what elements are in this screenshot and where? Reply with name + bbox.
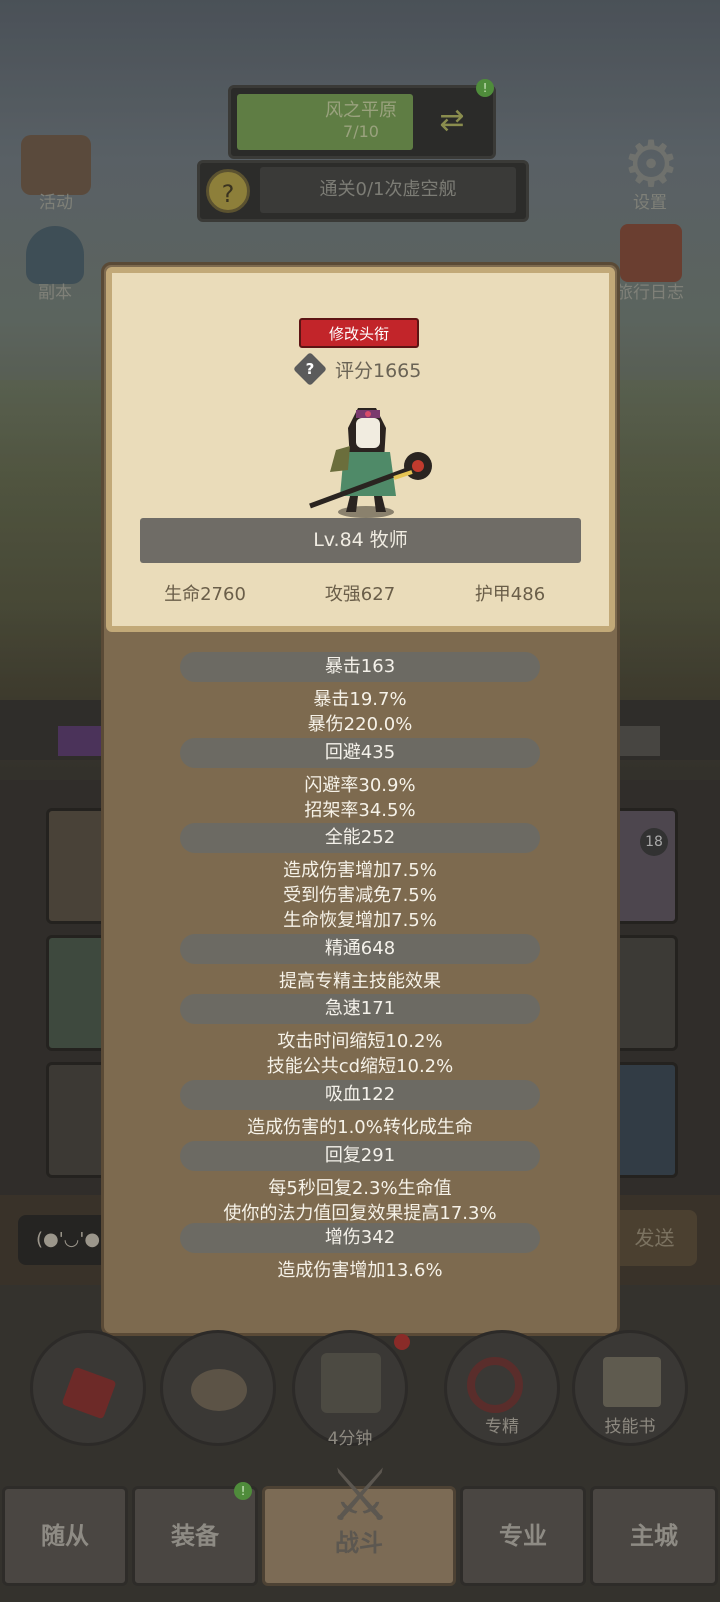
menu-settings-label: 设置: [633, 193, 667, 213]
stat-line: 闪避率30.9%: [304, 775, 416, 796]
character-avatar: [309, 408, 432, 518]
specialization-label: 专精: [485, 1417, 519, 1437]
treasure-chest-icon: [321, 1353, 381, 1413]
portal-icon: [26, 226, 84, 284]
stat-line: 招架率34.5%: [304, 800, 416, 821]
armor-stat: 护甲486: [474, 584, 546, 605]
stat-line: 暴击19.7%: [313, 689, 407, 710]
chest-timer: 4分钟: [327, 1429, 373, 1449]
stat-header-mastery: 精通648: [180, 934, 540, 964]
stat-line: 造成伤害增加7.5%: [283, 860, 437, 881]
tab-main-city[interactable]: 主城: [590, 1486, 718, 1586]
stat-header-leech: 吸血122: [180, 1080, 540, 1110]
stat-line: 生命恢复增加7.5%: [283, 910, 437, 931]
avatar-shoulder: [330, 446, 350, 472]
avatar-leg: [374, 496, 386, 512]
stat-line: 技能公共cd缩短10.2%: [266, 1056, 454, 1077]
stat-line: 造成伤害的1.0%转化成生命: [247, 1117, 473, 1138]
stat-header-damage-bonus: 增伤342: [180, 1223, 540, 1253]
stat-line: 每5秒回复2.3%生命值: [268, 1178, 452, 1199]
stat-header-versatility: 全能252: [180, 823, 540, 853]
red-potion-icon: [61, 1366, 117, 1420]
hp-stat: 生命2760: [164, 584, 246, 605]
menu-dungeon-label: 副本: [38, 283, 72, 303]
quest-tracker[interactable]: ? 通关0/1次虚空舰: [197, 160, 529, 222]
region-panel[interactable]: 风之平原 7/10 ⇄: [228, 85, 496, 159]
stat-header-haste: 急速171: [180, 994, 540, 1024]
stat-header-avoidance: 回避435: [180, 738, 540, 768]
staff-gem: [412, 460, 424, 472]
change-title-button[interactable]: 修改头衔: [299, 318, 419, 348]
chest-alert-dot: [394, 1334, 410, 1350]
swap-arrows-icon[interactable]: ⇄: [427, 96, 477, 146]
skill-book-icon: [603, 1357, 661, 1407]
level-class-bar: Lv.84 牧师: [140, 518, 581, 563]
stat-header-crit: 暴击163: [180, 652, 540, 682]
quest-text: 通关0/1次虚空舰: [260, 167, 516, 213]
equipment-alert-badge: !: [234, 1482, 252, 1500]
avatar-face: [356, 418, 380, 448]
stat-line: 受到伤害减免7.5%: [283, 885, 437, 906]
potion-button[interactable]: [30, 1330, 146, 1446]
stat-line: 提高专精主技能效果: [279, 971, 441, 992]
avatar-gem: [365, 411, 371, 417]
attack-stat: 攻强627: [324, 584, 396, 605]
stat-line: 暴伤220.0%: [307, 714, 413, 735]
tab-battle[interactable]: ⚔ 战斗: [262, 1455, 456, 1586]
stat-line: 造成伤害增加13.6%: [277, 1260, 443, 1281]
tab-battle-label: 战斗: [335, 1529, 383, 1557]
skill-book-label: 技能书: [604, 1417, 656, 1437]
region-alert-badge: !: [476, 79, 494, 97]
tab-equipment[interactable]: 装备: [132, 1486, 258, 1586]
avatar-leg: [346, 496, 358, 512]
journal-book-icon: [620, 224, 682, 282]
food-button[interactable]: [160, 1330, 276, 1446]
bread-icon: [191, 1369, 247, 1411]
stat-header-regen: 回复291: [180, 1141, 540, 1171]
specialization-icon: [467, 1357, 523, 1413]
menu-activity-label: 活动: [39, 193, 73, 213]
help-icon: ?: [305, 360, 315, 378]
menu-travel-log[interactable]: [616, 220, 686, 286]
tab-profession[interactable]: 专业: [460, 1486, 586, 1586]
score-text: 评分1665: [335, 360, 422, 382]
stat-line: 使你的法力值回复效果提高17.3%: [223, 1203, 497, 1224]
tab-followers[interactable]: 随从: [2, 1486, 128, 1586]
stat-line: 攻击时间缩短10.2%: [277, 1031, 443, 1052]
question-coin-icon: ?: [206, 169, 250, 213]
scroll-board-icon: [21, 135, 91, 195]
